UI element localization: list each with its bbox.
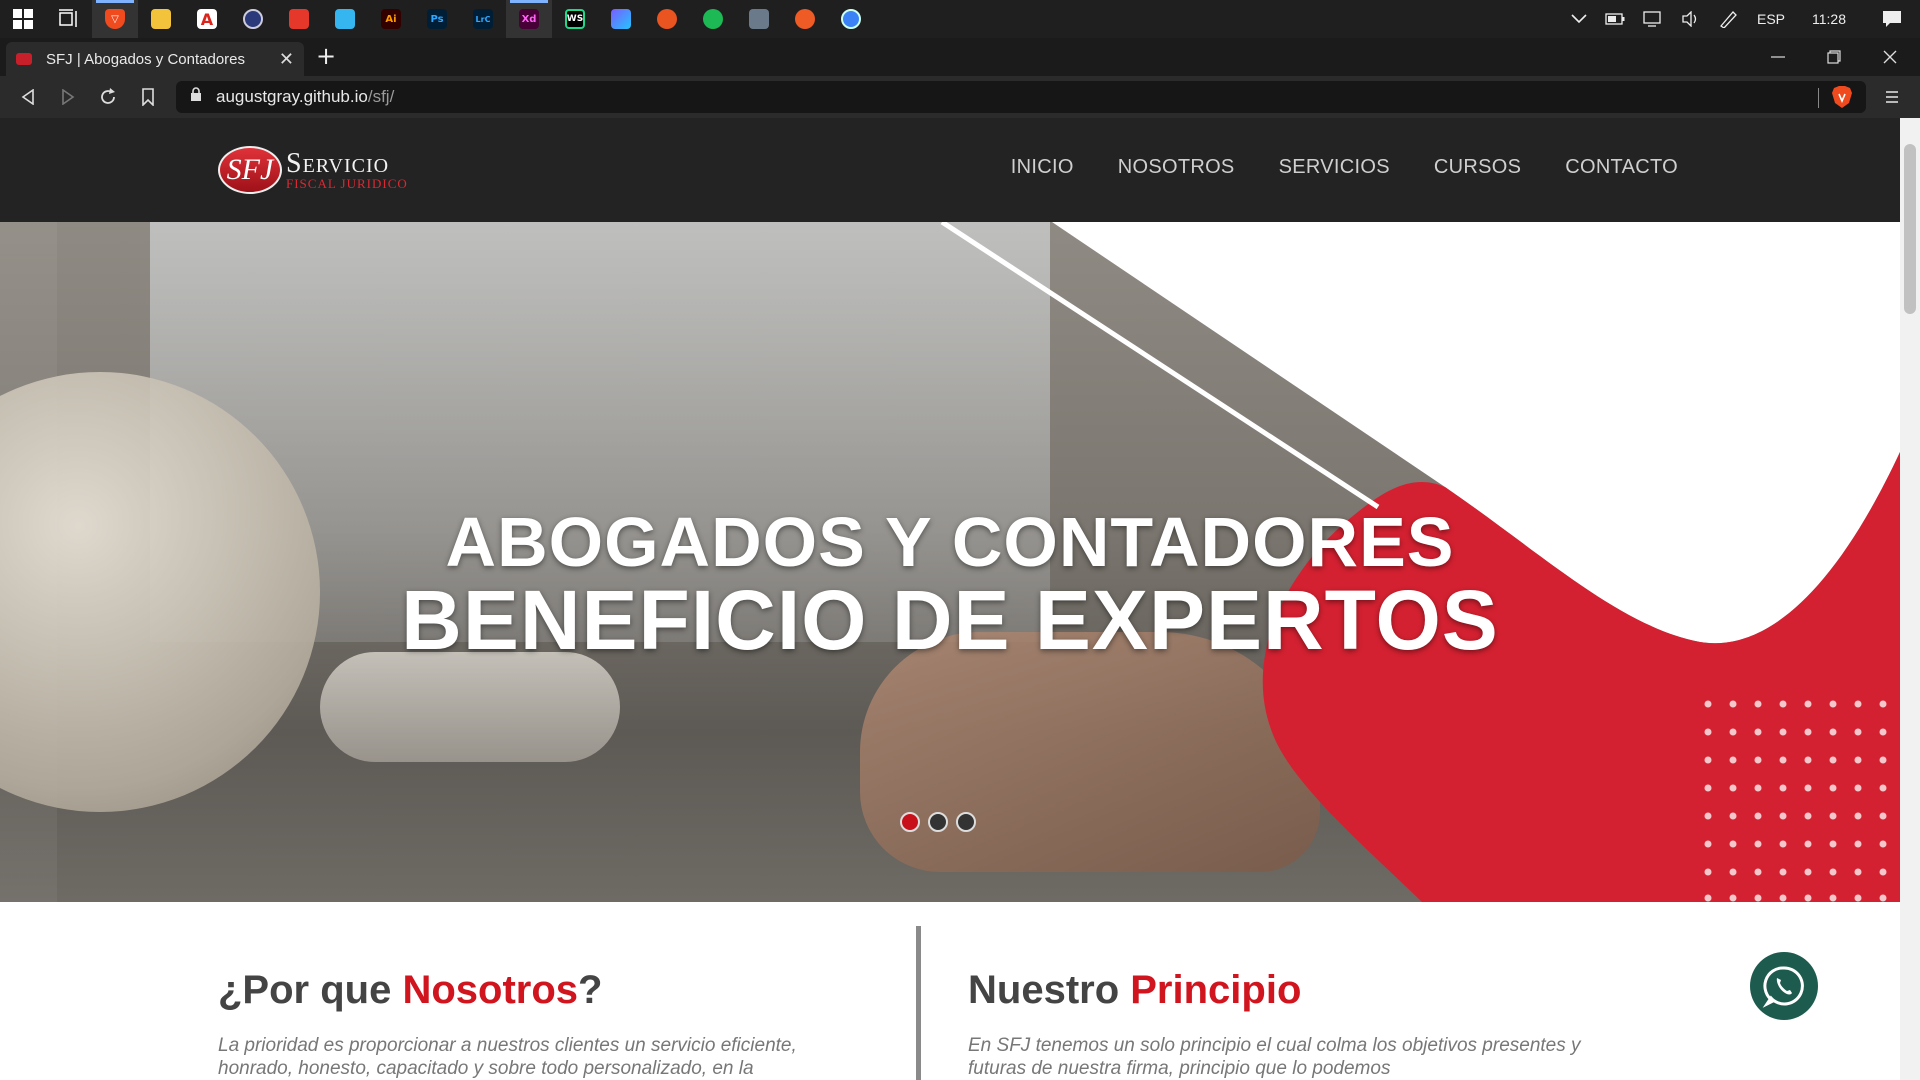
tab-favicon-icon <box>16 53 32 65</box>
battery-icon[interactable] <box>1596 0 1634 38</box>
chevron-up-icon[interactable] <box>1562 0 1596 38</box>
reload-icon[interactable] <box>88 76 128 118</box>
menu-inicio[interactable]: INICIO <box>1011 156 1074 179</box>
main-menu: INICIO NOSOTROS SERVICIOS CURSOS CONTACT… <box>1011 156 1678 179</box>
scrollbar-thumb[interactable] <box>1904 144 1916 314</box>
principle-title-prefix: Nuestro <box>968 968 1131 1012</box>
browser-tab-bar: SFJ | Abogados y Contadores ✕ <box>0 38 1920 76</box>
logo-title: Servicio <box>286 148 390 179</box>
xd-icon[interactable]: Xd <box>506 0 552 38</box>
principle-title-accent: Principio <box>1130 968 1302 1012</box>
address-separator <box>1818 88 1819 108</box>
windows-start-icon[interactable] <box>0 0 46 38</box>
slider-dots <box>900 812 976 832</box>
tab-title: SFJ | Abogados y Contadores <box>46 50 246 68</box>
bookmark-icon[interactable] <box>128 76 168 118</box>
lightroom-icon[interactable]: LrC <box>460 0 506 38</box>
browser-toolbar: augustgray.github.io/sfj/ <box>0 76 1920 118</box>
why-us-title: ¿Por que Nosotros? <box>218 968 602 1013</box>
app-red-shield-icon[interactable] <box>276 0 322 38</box>
address-bar[interactable]: augustgray.github.io/sfj/ <box>176 81 1866 113</box>
tab-close-icon[interactable]: ✕ <box>279 49 294 70</box>
app-tools-icon[interactable] <box>736 0 782 38</box>
illustrator-icon[interactable]: Ai <box>368 0 414 38</box>
slider-dot-3[interactable] <box>956 812 976 832</box>
why-us-text: La prioridad es proporcionar a nuestros … <box>218 1035 797 1079</box>
brave-browser-icon[interactable]: ▽ <box>92 0 138 38</box>
why-us-title-accent: Nosotros <box>402 968 579 1012</box>
why-us-title-prefix: ¿Por que <box>218 968 403 1012</box>
back-icon[interactable] <box>8 76 48 118</box>
menu-servicios[interactable]: SERVICIOS <box>1279 156 1390 179</box>
pen-icon[interactable] <box>1710 0 1748 38</box>
hero-slider: ABOGADOS Y CONTADORES BENEFICIO DE EXPER… <box>0 222 1900 902</box>
menu-cursos[interactable]: CURSOS <box>1434 156 1521 179</box>
volume-icon[interactable] <box>1672 0 1710 38</box>
app-orange-2-icon[interactable] <box>782 0 828 38</box>
principle-title: Nuestro Principio <box>968 968 1301 1013</box>
intro-section: ¿Por que Nosotros? La prioridad es propo… <box>0 902 1900 1080</box>
app-circle-icon[interactable] <box>230 0 276 38</box>
slider-dot-2[interactable] <box>928 812 948 832</box>
column-divider <box>916 926 921 1080</box>
app-orange-icon[interactable] <box>644 0 690 38</box>
app-blue-icon[interactable] <box>322 0 368 38</box>
app-blue-circle-icon[interactable] <box>828 0 874 38</box>
lock-icon[interactable] <box>190 87 202 107</box>
site-logo[interactable]: SFJ Servicio Fiscal Juridico <box>218 146 408 194</box>
url-host: augustgray.github.io <box>216 87 368 106</box>
close-window-icon[interactable] <box>1862 38 1918 76</box>
language-indicator[interactable]: ESP <box>1748 0 1794 38</box>
system-tray: ESP 11:28 <box>1562 0 1920 38</box>
slider-dot-1[interactable] <box>900 812 920 832</box>
task-view-icon[interactable] <box>46 0 92 38</box>
windows-taskbar: ▽ A Ai Ps LrC Xd WS ESP 11:28 <box>0 0 1920 38</box>
logo-subtitle: Fiscal Juridico <box>286 176 408 191</box>
clock[interactable]: 11:28 <box>1794 0 1864 38</box>
minimize-icon[interactable] <box>1750 38 1806 76</box>
menu-nosotros[interactable]: NOSOTROS <box>1118 156 1235 179</box>
app-gradient-icon[interactable] <box>598 0 644 38</box>
page-scrollbar[interactable] <box>1900 118 1920 1080</box>
hero-title-line2: BENEFICIO DE EXPERTOS <box>401 573 1499 667</box>
acrobat-icon[interactable]: A <box>184 0 230 38</box>
brave-shields-icon[interactable] <box>1822 76 1862 118</box>
why-us-title-suffix: ? <box>578 968 603 1012</box>
logo-mark: SFJ <box>218 146 282 194</box>
webstorm-icon[interactable]: WS <box>552 0 598 38</box>
browser-tab[interactable]: SFJ | Abogados y Contadores ✕ <box>6 42 304 76</box>
forward-icon[interactable] <box>48 76 88 118</box>
new-tab-icon[interactable]: + <box>316 44 336 68</box>
whatsapp-button[interactable] <box>1750 952 1818 1020</box>
network-icon[interactable] <box>1634 0 1672 38</box>
principle-text: En SFJ tenemos un solo principio el cual… <box>968 1035 1581 1079</box>
photoshop-icon[interactable]: Ps <box>414 0 460 38</box>
web-page: SFJ Servicio Fiscal Juridico INICIO NOSO… <box>0 118 1900 1080</box>
restore-icon[interactable] <box>1806 38 1862 76</box>
url-path: /sfj/ <box>367 87 395 106</box>
hero-title-line1: ABOGADOS Y CONTADORES <box>445 503 1455 581</box>
whatsapp-icon <box>1762 966 1804 1008</box>
spotify-icon[interactable] <box>690 0 736 38</box>
browser-menu-icon[interactable] <box>1872 76 1912 118</box>
file-explorer-icon[interactable] <box>138 0 184 38</box>
menu-contacto[interactable]: CONTACTO <box>1565 156 1678 179</box>
site-header: SFJ Servicio Fiscal Juridico INICIO NOSO… <box>0 118 1900 222</box>
notifications-icon[interactable] <box>1864 0 1920 38</box>
